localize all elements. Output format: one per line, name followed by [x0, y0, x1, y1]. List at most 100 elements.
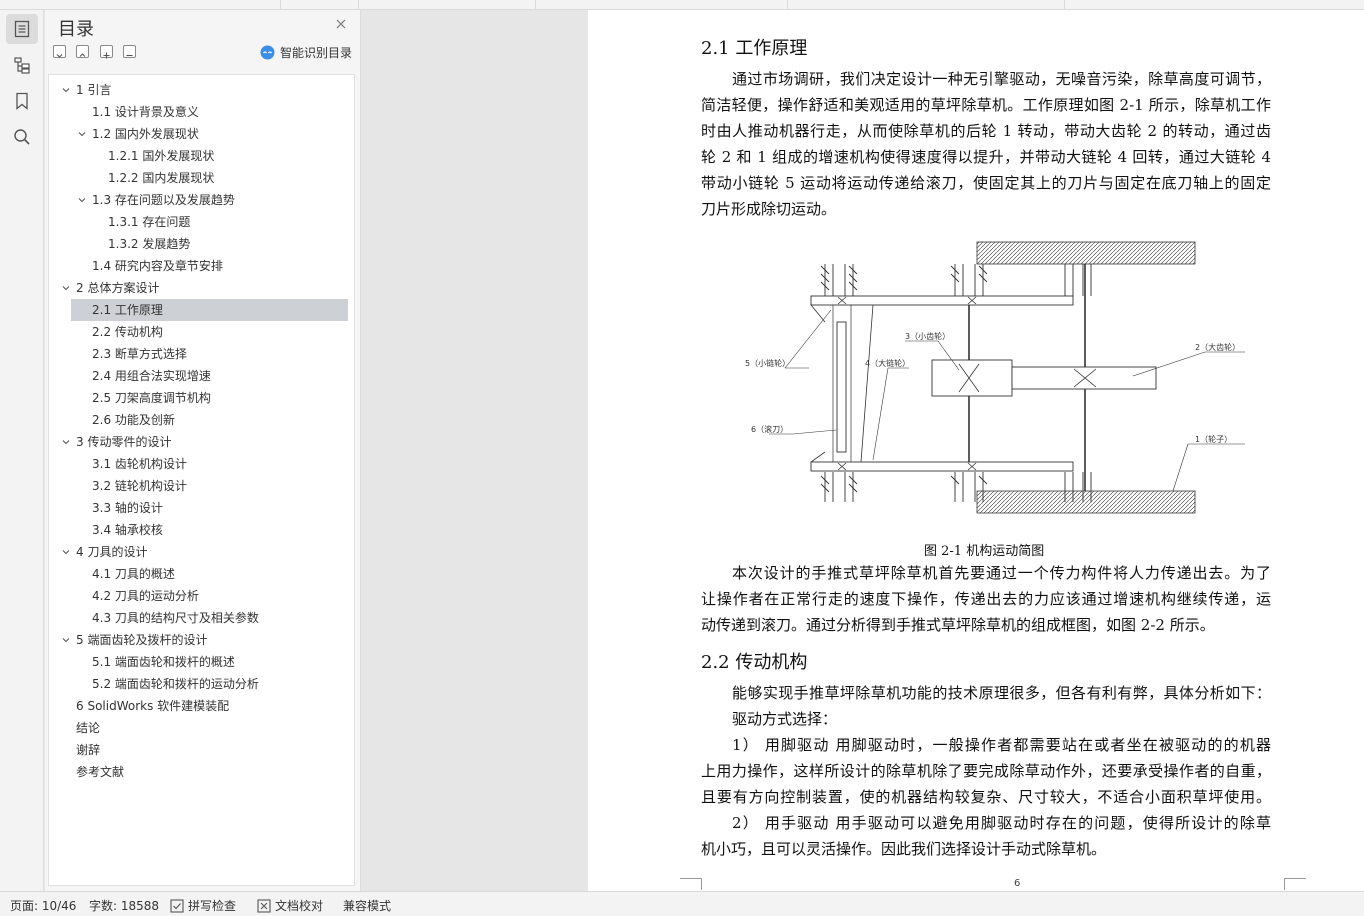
text-line: 且要有方向控制装置，使的机器结构较复杂、尺寸较大，不适合小面积草坪使用。 [701, 788, 1271, 806]
proofread-button[interactable]: 文档校对 [257, 897, 323, 914]
chevron-down-icon [56, 54, 63, 58]
text-line: 让操作者在正常行走的速度下操作，传递出去的力应该通过增速机构继续传递，运 [701, 590, 1271, 608]
toc-item[interactable]: 2.2 传动机构 [49, 321, 354, 343]
expand-all-button[interactable] [76, 45, 89, 58]
toc-item[interactable]: 4 刀具的设计 [49, 541, 354, 563]
remove-heading-button[interactable] [123, 45, 136, 58]
toc-list: 1 引言 1.1 设计背景及意义 1.2 国内外发展现状 1.2.1 国外发展现状 1.… [48, 74, 355, 886]
chevron-down-icon[interactable] [62, 284, 70, 292]
toc-item[interactable]: 3.3 轴的设计 [49, 497, 354, 519]
toc-item[interactable]: 2 总体方案设计 [49, 277, 354, 299]
close-icon[interactable] [334, 17, 348, 31]
smart-toc-button[interactable]: 智能识别目录 [260, 44, 352, 61]
document-outline-icon [14, 20, 30, 38]
wheel-bottom [976, 490, 1196, 514]
toc-item[interactable]: 结论 [49, 717, 354, 739]
label-roller-cutter: 6（滚刀） [751, 424, 788, 434]
toc-item[interactable]: 2.5 刀架高度调节机构 [49, 387, 354, 409]
text-line: 上用力操作，这样所设计的除草机除了要完成除草动作外，还要承受操作者的自重， [701, 762, 1271, 780]
toc-item[interactable]: 5.1 端面齿轮和拨杆的概述 [49, 651, 354, 673]
shaft-top [810, 295, 1074, 306]
figure-caption: 图 2-1 机构运动简图 [924, 544, 1045, 559]
text-line: 驱动方式选择： [732, 710, 838, 728]
toc-item[interactable]: 3.1 齿轮机构设计 [49, 453, 354, 475]
wheel-top [976, 241, 1196, 265]
toc-item[interactable]: 4.1 刀具的概述 [49, 563, 354, 585]
document-page: 2.1 工作原理 通过市场调研，我们决定设计一种无引擎驱动，无噪音污染，除草高度… [588, 10, 1364, 891]
ai-assistant-icon [260, 45, 275, 60]
toc-item[interactable]: 1.3 存在问题以及发展趋势 [49, 189, 354, 211]
toc-item-label: 1.4 研究内容及章节安排 [92, 259, 223, 273]
label-wheel: 1（轮子） [1195, 434, 1232, 444]
label-large-gear: 2（大齿轮） [1195, 342, 1240, 352]
toc-item[interactable]: 5.2 端面齿轮和拨杆的运动分析 [49, 673, 354, 695]
label-large-sprocket: 4（大链轮） [865, 358, 910, 368]
checkbox-icon [170, 898, 184, 913]
toc-item[interactable]: 1 引言 [49, 79, 354, 101]
toc-item-label: 4.1 刀具的概述 [92, 567, 175, 581]
toc-item[interactable]: 5 端面齿轮及拨杆的设计 [49, 629, 354, 651]
toc-item[interactable]: 参考文献 [49, 761, 354, 783]
toc-item-label: 3.4 轴承校核 [92, 523, 163, 537]
word-count[interactable]: 字数: 18588 [89, 897, 159, 914]
toc-panel: 目录 智能识别目录 1 引言 1.1 设计背景及意义 1.2 国内外发展现状 1.2.… [45, 10, 361, 891]
spell-check-button[interactable]: 拼写检查 [170, 897, 236, 914]
toc-item-label: 3 传动零件的设计 [76, 435, 172, 449]
toc-item[interactable]: 1.4 研究内容及章节安排 [49, 255, 354, 277]
toc-title: 目录 [58, 19, 94, 40]
toc-item[interactable]: 3.4 轴承校核 [49, 519, 354, 541]
text-line: 通过市场调研，我们决定设计一种无引擎驱动，无噪音污染，除草高度可调节， [732, 70, 1271, 88]
toc-item[interactable]: 4.3 刀具的结构尺寸及相关参数 [49, 607, 354, 629]
toc-item[interactable]: 1.2.1 国外发展现状 [49, 145, 354, 167]
add-heading-button[interactable] [100, 45, 113, 59]
toc-item-label: 谢辞 [76, 743, 101, 757]
small-gear [931, 359, 1013, 397]
toc-item-label: 4.2 刀具的运动分析 [92, 589, 199, 603]
toc-item[interactable]: 2.3 断草方式选择 [49, 343, 354, 365]
toc-panel-button[interactable] [6, 14, 38, 44]
toc-item[interactable]: 2.4 用组合法实现增速 [49, 365, 354, 387]
toc-item-label: 2.1 工作原理 [92, 303, 163, 317]
mechanism-diagram: 3（小齿轮） 2（大齿轮） 5（小链轮） 4（大链轮） 6（滚刀） 1（轮子） [745, 241, 1245, 514]
text-line: 带动小链轮 5 运动将运动传递给滚刀，使固定其上的刀片与固定在底刀轴上的固定 [701, 174, 1271, 192]
plus-icon [103, 52, 110, 59]
left-icon-bar [0, 10, 44, 891]
toc-item-label: 5.2 端面齿轮和拨杆的运动分析 [92, 677, 259, 691]
bookmark-button[interactable] [6, 86, 38, 116]
toc-item[interactable]: 1.3.2 发展趋势 [49, 233, 354, 255]
collapse-all-button[interactable] [53, 45, 66, 58]
toc-item-label: 3.3 轴的设计 [92, 501, 163, 515]
toc-item[interactable]: 3.2 链轮机构设计 [49, 475, 354, 497]
text-line: 能够实现手推草坪除草机功能的技术原理很多，但各有利有弊，具体分析如下： [732, 684, 1271, 702]
chevron-up-icon [79, 53, 86, 57]
status-bar: 页面: 10/46 字数: 18588 拼写检查 文档校对 兼容模式 [0, 891, 1364, 916]
toc-item[interactable]: 1.2.2 国内发展现状 [49, 167, 354, 189]
compat-mode-label[interactable]: 兼容模式 [343, 897, 391, 914]
chevron-down-icon[interactable] [62, 438, 70, 446]
toc-item[interactable]: 6 SolidWorks 软件建模装配 [49, 695, 354, 717]
toc-item-label: 2.5 刀架高度调节机构 [92, 391, 211, 405]
toc-item[interactable]: 3 传动零件的设计 [49, 431, 354, 453]
chevron-down-icon[interactable] [62, 636, 70, 644]
toc-item[interactable]: 1.3.1 存在问题 [49, 211, 354, 233]
toc-item-label: 1.2.2 国内发展现状 [108, 171, 215, 185]
toc-item[interactable]: 1.1 设计背景及意义 [49, 101, 354, 123]
bookmark-icon [16, 92, 28, 110]
toc-item[interactable]: 2.1 工作原理 [49, 299, 354, 321]
navigation-tree-button[interactable] [6, 50, 38, 80]
page-number: 6 [1014, 878, 1021, 889]
toc-item[interactable]: 1.2 国内外发展现状 [49, 123, 354, 145]
label-small-gear: 3（小齿轮） [905, 331, 950, 341]
search-button[interactable] [6, 122, 38, 152]
chevron-down-icon[interactable] [62, 548, 70, 556]
chevron-down-icon[interactable] [62, 86, 70, 94]
toc-item[interactable]: 4.2 刀具的运动分析 [49, 585, 354, 607]
toc-item-label: 4.3 刀具的结构尺寸及相关参数 [92, 611, 259, 625]
crop-mark-left [680, 878, 702, 890]
toc-item[interactable]: 2.6 功能及创新 [49, 409, 354, 431]
chevron-down-icon[interactable] [78, 196, 86, 204]
toc-item[interactable]: 谢辞 [49, 739, 354, 761]
chevron-down-icon[interactable] [78, 130, 86, 138]
page-indicator[interactable]: 页面: 10/46 [10, 897, 76, 914]
toc-item-label: 2.2 传动机构 [92, 325, 163, 339]
